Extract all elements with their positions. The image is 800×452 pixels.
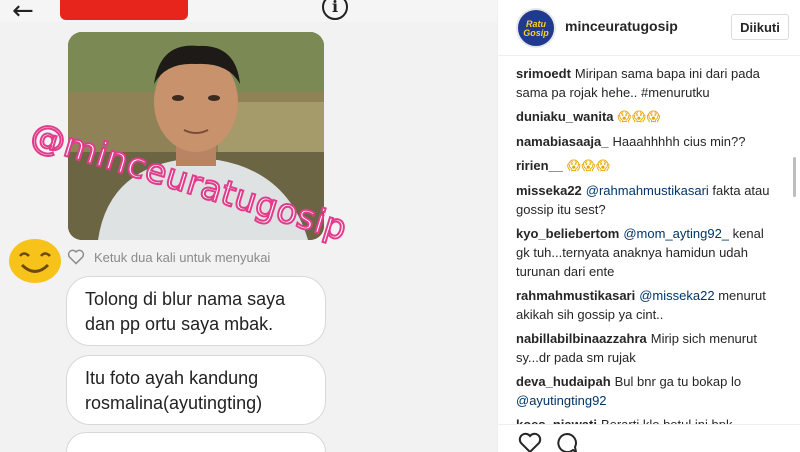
- comment-emoji: 😱😱😱: [617, 110, 662, 125]
- comment-username[interactable]: rahmahmustikasari: [516, 288, 635, 303]
- comment: srimoedt Miripan sama bapa ini dari pada …: [516, 64, 778, 102]
- comment: duniaku_wanita 😱😱😱: [516, 107, 778, 127]
- post-header: Ratu Gosip minceuratugosip Diikuti: [498, 0, 800, 56]
- comment: namabiasaaja_ Haaahhhhh cius min??: [516, 132, 778, 151]
- post-username[interactable]: minceuratugosip: [565, 18, 678, 34]
- like-heart-icon[interactable]: [518, 432, 542, 452]
- comment-bubble-icon[interactable]: [556, 432, 578, 452]
- message-bubble: Itu foto ayah kandung rosmalina(ayutingt…: [66, 355, 326, 425]
- comment-text: Bul bnr ga tu bokap lo: [614, 374, 742, 389]
- info-icon: i: [322, 0, 348, 20]
- comment-mention[interactable]: @ayutingting92: [516, 393, 607, 408]
- smiley-face-icon: [9, 239, 61, 283]
- comment: kyo_beliebertom @mom_ayting92_ kenal gk t…: [516, 224, 778, 281]
- comment-username[interactable]: duniaku_wanita: [516, 109, 614, 124]
- comment-username[interactable]: nabillabilbinaazzahra: [516, 331, 647, 346]
- comment-username[interactable]: misseka22: [516, 183, 582, 198]
- avatar[interactable]: Ratu Gosip: [516, 8, 556, 48]
- message-bubble: Tolong di blur nama saya dan pp ortu say…: [66, 276, 326, 346]
- post-actions: [498, 424, 800, 452]
- back-arrow-icon: ←: [12, 0, 34, 26]
- post-side-panel: Ratu Gosip minceuratugosip Diikuti srimo…: [497, 0, 800, 452]
- comment-mention[interactable]: @misseka22: [639, 288, 714, 303]
- redaction-bar: [60, 0, 188, 20]
- comment-mention[interactable]: @rahmahmustikasari: [586, 183, 709, 198]
- comment: deva_hudaipah Bul bnr ga tu bokap lo @ayu…: [516, 372, 778, 410]
- comment-username[interactable]: deva_hudaipah: [516, 374, 611, 389]
- comment-emoji: 😱😱😱: [566, 159, 611, 174]
- comment-text: Haaahhhhh cius min??: [612, 134, 746, 149]
- comment-username[interactable]: kyo_beliebertom: [516, 226, 619, 241]
- comment-username[interactable]: ririen__: [516, 158, 563, 173]
- message-bubble: [66, 432, 326, 452]
- avatar-text-bottom: Gosip: [523, 28, 549, 38]
- comment: ririen__ 😱😱😱: [516, 156, 778, 176]
- comments-scrollbar[interactable]: [793, 157, 796, 197]
- comment-list: srimoedt Miripan sama bapa ini dari pada …: [516, 64, 778, 452]
- comment: nabillabilbinaazzahra Mirip sich menurut …: [516, 329, 778, 367]
- double-tap-hint: Ketuk dua kali untuk menyukai: [94, 250, 271, 265]
- screenshot-topbar: ← i: [0, 0, 497, 26]
- comment: rahmahmustikasari @misseka22 menurut akik…: [516, 286, 778, 324]
- heart-outline-icon[interactable]: [67, 249, 85, 265]
- comment-username[interactable]: srimoedt: [516, 66, 571, 81]
- comment: misseka22 @rahmahmustikasari fakta atau g…: [516, 181, 778, 219]
- comment-mention[interactable]: @mom_ayting92_: [623, 226, 729, 241]
- comment-username[interactable]: namabiasaaja_: [516, 134, 609, 149]
- post-image[interactable]: ← i @minceuratugosip Ketuk dua kali untu…: [0, 0, 497, 452]
- following-button[interactable]: Diikuti: [731, 14, 789, 40]
